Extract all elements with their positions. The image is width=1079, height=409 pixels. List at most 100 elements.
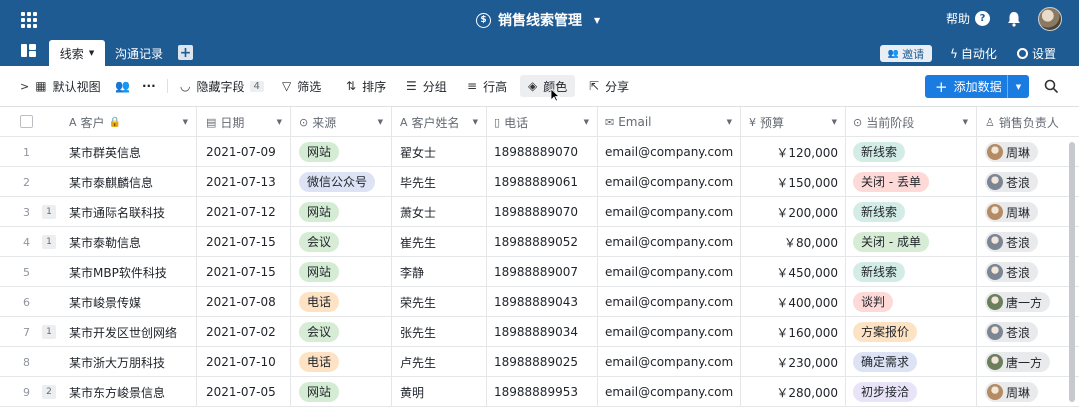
customer-cell[interactable]: 某市泰麒麟信息 [60,167,197,197]
owner-cell[interactable]: 唐一方 [977,347,1079,377]
customer-name-cell[interactable]: 萧女士 [392,197,487,227]
phone-cell[interactable]: 18988889007 [487,257,598,287]
stage-cell[interactable]: 初步接洽 [846,377,977,407]
budget-cell[interactable]: ￥80,000 [741,227,846,257]
customer-name-cell[interactable]: 张先生 [392,317,487,347]
owner-cell[interactable]: 周琳 [977,197,1079,227]
customer-name-cell[interactable]: 崔先生 [392,227,487,257]
chevron-down-icon[interactable]: ▼ [378,118,383,126]
row-height-button[interactable]: ≡ 行高 [467,75,507,97]
date-cell[interactable]: 2021-07-12 [197,197,291,227]
header-email[interactable]: ✉ Email ▼ [598,107,741,137]
customer-name-cell[interactable]: 卢先生 [392,347,487,377]
automation-button[interactable]: ϟ 自动化 [950,45,997,62]
email-cell[interactable]: email@company.com [598,137,741,167]
owner-cell[interactable]: 周琳 [977,137,1079,167]
comment-count-badge[interactable]: 2 [42,385,56,399]
chevron-down-icon[interactable]: ▼ [727,118,732,126]
chevron-down-icon[interactable]: ▼ [584,118,589,126]
phone-cell[interactable]: 18988889070 [487,197,598,227]
phone-cell[interactable]: 18988889953 [487,377,598,407]
budget-cell[interactable]: ￥160,000 [741,317,846,347]
customer-cell[interactable]: 某市MBP软件科技 [60,257,197,287]
table-row[interactable]: 8 某市浙大万朋科技 2021-07-10 电话 卢先生 18988889025 email… [0,347,1079,377]
source-cell[interactable]: 网站 [291,257,392,287]
comment-count-badge[interactable]: 1 [42,235,56,249]
vertical-scrollbar[interactable] [1069,142,1075,402]
sort-button[interactable]: ⇅ 排序 [346,75,386,97]
chevron-down-icon[interactable]: ▼ [183,118,188,126]
phone-cell[interactable]: 18988889025 [487,347,598,377]
source-cell[interactable]: 网站 [291,137,392,167]
header-stage[interactable]: ⊙ 当前阶段 ▼ [846,107,977,137]
table-row[interactable]: 9 2 某市东方峻景信息 2021-07-05 网站 黄明 18988889953 email… [0,377,1079,407]
select-all-checkbox[interactable] [20,115,33,128]
phone-cell[interactable]: 18988889061 [487,167,598,197]
stage-cell[interactable]: 谈判 [846,287,977,317]
customer-cell[interactable]: 某市浙大万朋科技 [60,347,197,377]
bell-icon[interactable] [1007,11,1021,27]
source-cell[interactable]: 微信公众号 [291,167,392,197]
more-button[interactable]: ··· [142,75,156,97]
hide-fields-button[interactable]: ◡ 隐藏字段 4 [180,75,264,97]
help-button[interactable]: 帮助 ? [946,10,991,27]
chevron-down-icon[interactable]: ▼ [473,118,478,126]
tab-communication[interactable]: 沟通记录 [115,40,163,66]
date-cell[interactable]: 2021-07-09 [197,137,291,167]
email-cell[interactable]: email@company.com [598,197,741,227]
sidebar-toggle-icon[interactable] [21,44,36,57]
stage-cell[interactable]: 关闭 - 丢单 [846,167,977,197]
date-cell[interactable]: 2021-07-13 [197,167,291,197]
phone-cell[interactable]: 18988889034 [487,317,598,347]
comment-count-badge[interactable]: 1 [42,325,56,339]
table-row[interactable]: 6 某市峻景传媒 2021-07-08 电话 荣先生 18988889043 email@c… [0,287,1079,317]
header-source[interactable]: ⊙ 来源 ▼ [291,107,392,137]
customer-name-cell[interactable]: 翟女士 [392,137,487,167]
table-row[interactable]: 7 1 某市开发区世创网络 2021-07-02 会议 张先生 18988889034 ema… [0,317,1079,347]
stage-cell[interactable]: 新线索 [846,197,977,227]
table-row[interactable]: 1 某市群英信息 2021-07-09 网站 翟女士 18988889070 email@c… [0,137,1079,167]
email-cell[interactable]: email@company.com [598,167,741,197]
source-cell[interactable]: 网站 [291,377,392,407]
email-cell[interactable]: email@company.com [598,377,741,407]
customer-cell[interactable]: 某市开发区世创网络 [60,317,197,347]
view-selector[interactable]: > ▦ 默认视图 [20,75,101,97]
customer-cell[interactable]: 某市群英信息 [60,137,197,167]
customer-name-cell[interactable]: 毕先生 [392,167,487,197]
stage-cell[interactable]: 新线索 [846,137,977,167]
add-data-dropdown[interactable]: ▼ [1008,75,1029,98]
email-cell[interactable]: email@company.com [598,227,741,257]
date-cell[interactable]: 2021-07-08 [197,287,291,317]
customer-name-cell[interactable]: 荣先生 [392,287,487,317]
customer-name-cell[interactable]: 黄明 [392,377,487,407]
header-customer-name[interactable]: A 客户姓名 ▼ [392,107,487,137]
search-icon[interactable] [1044,79,1058,93]
date-cell[interactable]: 2021-07-15 [197,227,291,257]
stage-cell[interactable]: 新线索 [846,257,977,287]
tab-leads[interactable]: 线索 ▼ [49,40,105,66]
phone-cell[interactable]: 18988889043 [487,287,598,317]
stage-cell[interactable]: 关闭 - 成单 [846,227,977,257]
chevron-down-icon[interactable]: ▼ [277,118,282,126]
email-cell[interactable]: email@company.com [598,257,741,287]
owner-cell[interactable]: 苍浪 [977,257,1079,287]
group-button[interactable]: ☰ 分组 [406,75,447,97]
add-data-button[interactable]: + 添加数据 [925,75,1007,98]
budget-cell[interactable]: ￥450,000 [741,257,846,287]
email-cell[interactable]: email@company.com [598,347,741,377]
table-row[interactable]: 5 某市MBP软件科技 2021-07-15 网站 李静 18988889007 email… [0,257,1079,287]
add-tab-button[interactable]: + [178,45,193,61]
budget-cell[interactable]: ￥200,000 [741,197,846,227]
table-row[interactable]: 4 1 某市泰勒信息 2021-07-15 会议 崔先生 18988889052 email@… [0,227,1079,257]
user-avatar[interactable] [1038,7,1062,31]
email-cell[interactable]: email@company.com [598,317,741,347]
table-row[interactable]: 3 1 某市通际名联科技 2021-07-12 网站 萧女士 18988889070 emai… [0,197,1079,227]
table-row[interactable]: 2 某市泰麒麟信息 2021-07-13 微信公众号 毕先生 18988889061 ema… [0,167,1079,197]
budget-cell[interactable]: ￥150,000 [741,167,846,197]
header-budget[interactable]: ¥ 预算 ▼ [741,107,846,137]
budget-cell[interactable]: ￥230,000 [741,347,846,377]
source-cell[interactable]: 电话 [291,287,392,317]
share-button[interactable]: ⇱ 分享 [589,75,629,97]
owner-cell[interactable]: 苍浪 [977,227,1079,257]
customer-cell[interactable]: 某市泰勒信息 [60,227,197,257]
